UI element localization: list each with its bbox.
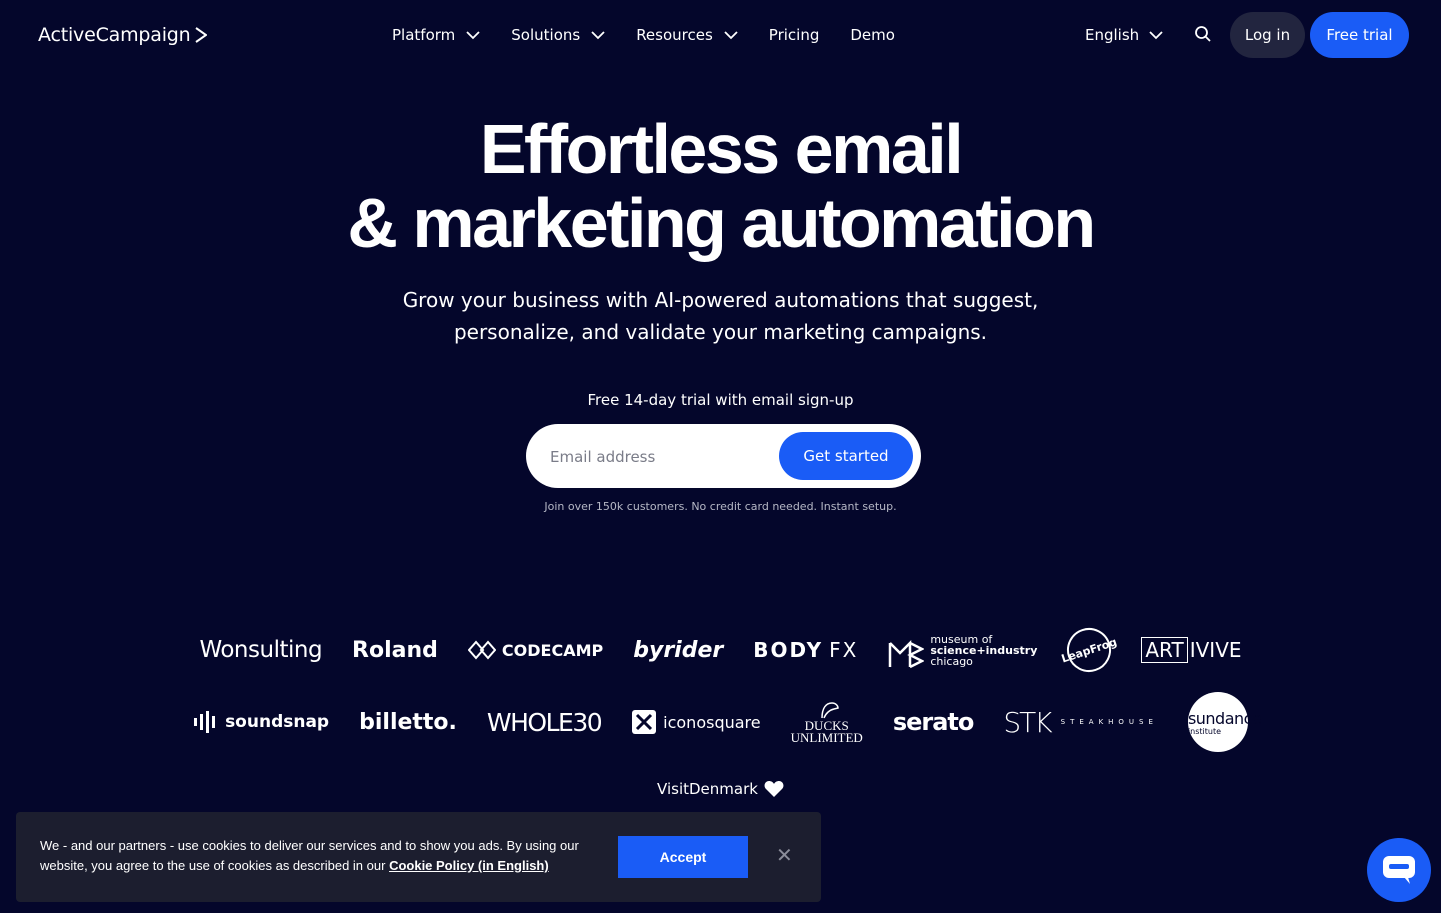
sundance-text-2: institute — [1187, 726, 1222, 736]
login-button[interactable]: Log in — [1230, 12, 1305, 58]
logo-chevron-icon — [195, 27, 208, 43]
ducks-unlimited-logo: DUCKS UNLIMITED — [791, 700, 863, 744]
museum-mark-icon — [889, 639, 925, 669]
codecamp-logo: CODECAMP — [467, 640, 604, 660]
leapfrog-text-2: Frog — [1088, 634, 1119, 656]
soundsnap-text: soundsnap — [225, 712, 330, 732]
artivive-text-1: ART — [1141, 637, 1188, 663]
brand-name: ActiveCampaign — [38, 24, 191, 46]
hero-headline: Effortless email & marketing automation — [0, 112, 1441, 260]
main-nav: Platform Solutions Resources Pricing Dem… — [392, 22, 895, 48]
chevron-down-icon — [1149, 30, 1163, 39]
nav-item-platform[interactable]: Platform — [392, 26, 480, 44]
byrider-logo: byrider — [633, 638, 723, 663]
brand-logo[interactable]: ActiveCampaign — [38, 22, 208, 48]
museum-text-1: museum of — [930, 632, 993, 646]
museum-text: museum of science+industry chicago — [930, 634, 1037, 667]
codecamp-mark-icon — [467, 640, 496, 660]
bodyfx-logo: BODY FX — [753, 638, 858, 662]
artivive-logo: ART IVIVE — [1141, 637, 1242, 663]
join-note: Join over 150k customers. No credit card… — [544, 500, 897, 513]
chat-bubble-icon — [1383, 856, 1415, 884]
subheadline-line-1: Grow your business with AI-powered autom… — [402, 288, 1039, 312]
chat-button[interactable] — [1367, 838, 1431, 902]
sundance-circle: sundance institute — [1187, 692, 1262, 752]
nav-item-solutions[interactable]: Solutions — [511, 26, 605, 44]
bodyfx-text-1: BODY — [753, 638, 824, 662]
duck-icon — [820, 702, 839, 719]
artivive-text-2: IVIVE — [1189, 638, 1242, 662]
iconosquare-logo: iconosquare — [631, 709, 761, 735]
accept-cookies-button[interactable]: Accept — [618, 836, 748, 878]
sundance-text-1: sundance — [1187, 708, 1262, 728]
billetto-logo: billetto. — [359, 710, 457, 735]
language-selector[interactable]: English — [1085, 22, 1163, 48]
headline-line-2: & marketing automation — [347, 184, 1096, 262]
nav-item-label: Solutions — [511, 26, 581, 44]
stk-text-1: STK — [1003, 705, 1052, 739]
search-icon[interactable] — [1194, 25, 1212, 43]
ducks-text: DUCKS UNLIMITED — [791, 700, 863, 744]
roland-logo: Roland — [352, 638, 438, 663]
email-signup-form: Get started — [526, 424, 921, 488]
sundance-logo: sundance institute — [1187, 692, 1262, 752]
get-started-button[interactable]: Get started — [779, 432, 913, 480]
whole30-logo: WHOLE30 — [486, 707, 603, 737]
visitdenmark-logo: VisitDenmark — [657, 780, 784, 798]
hero-subheadline: Grow your business with AI-powered autom… — [0, 284, 1441, 348]
leapfrog-text-1: Leap — [1060, 643, 1093, 666]
nav-item-label: Pricing — [768, 26, 820, 44]
leapfrog-badge: Leap Frog — [1060, 622, 1119, 678]
iconosquare-text: iconosquare — [663, 712, 761, 732]
serato-text: serato — [892, 708, 975, 736]
cookie-banner: We - and our partners - use cookies to d… — [16, 812, 821, 902]
leapfrog-logo: Leap Frog — [1060, 622, 1119, 678]
nav-item-demo[interactable]: Demo — [850, 26, 895, 44]
soundwave-icon — [194, 711, 216, 733]
stk-logo: STK STEAKHOUSE — [1003, 706, 1158, 739]
heart-icon — [764, 781, 784, 797]
cookie-policy-link[interactable]: Cookie Policy (in English) — [389, 858, 549, 873]
customer-logos-row-2: soundsnap billetto. WHOLE30 iconosquare … — [0, 692, 1441, 752]
roland-text: Roland — [352, 637, 438, 663]
museum-text-3: chicago — [930, 654, 973, 668]
byrider-text: byrider — [633, 637, 724, 663]
wonsulting-logo: Wonsulting — [199, 637, 322, 663]
nav-item-resources[interactable]: Resources — [636, 26, 738, 44]
serato-logo: serato — [892, 708, 975, 736]
visitdenmark-text: VisitDenmark — [657, 780, 758, 798]
whole30-text: WHOLE30 — [486, 707, 603, 737]
language-label: English — [1085, 26, 1140, 44]
trial-note: Free 14-day trial with email sign-up — [587, 391, 854, 409]
subheadline-line-2: personalize, and validate your marketing… — [453, 320, 988, 344]
soundsnap-logo: soundsnap — [193, 711, 329, 733]
free-trial-button[interactable]: Free trial — [1310, 12, 1409, 58]
museum-text-2: science+industry — [930, 643, 1038, 657]
chevron-down-icon — [591, 30, 605, 39]
iconosquare-mark-icon — [632, 710, 657, 734]
close-icon[interactable]: ✕ — [776, 845, 793, 865]
headline-line-1: Effortless email — [479, 110, 964, 188]
email-input[interactable] — [548, 440, 772, 474]
ducks-text-2: UNLIMITED — [790, 730, 863, 745]
bodyfx-text-2: FX — [829, 638, 859, 662]
nav-item-label: Demo — [850, 26, 895, 44]
customer-logos-row-3: VisitDenmark — [0, 780, 1441, 798]
nav-item-label: Resources — [636, 26, 713, 44]
nav-item-pricing[interactable]: Pricing — [769, 26, 820, 44]
museum-logo: museum of science+industry chicago — [888, 631, 1037, 669]
chevron-down-icon — [466, 30, 480, 39]
billetto-text: billetto. — [359, 709, 457, 735]
stk-text-2: STEAKHOUSE — [1060, 718, 1158, 726]
codecamp-text: CODECAMP — [501, 640, 604, 660]
cookie-text: We - and our partners - use cookies to d… — [40, 836, 600, 876]
customer-logos-row-1: Wonsulting Roland CODECAMP byrider BODY … — [0, 622, 1441, 678]
wonsulting-text: Wonsulting — [199, 637, 323, 663]
chevron-down-icon — [724, 30, 738, 39]
nav-item-label: Platform — [392, 26, 456, 44]
